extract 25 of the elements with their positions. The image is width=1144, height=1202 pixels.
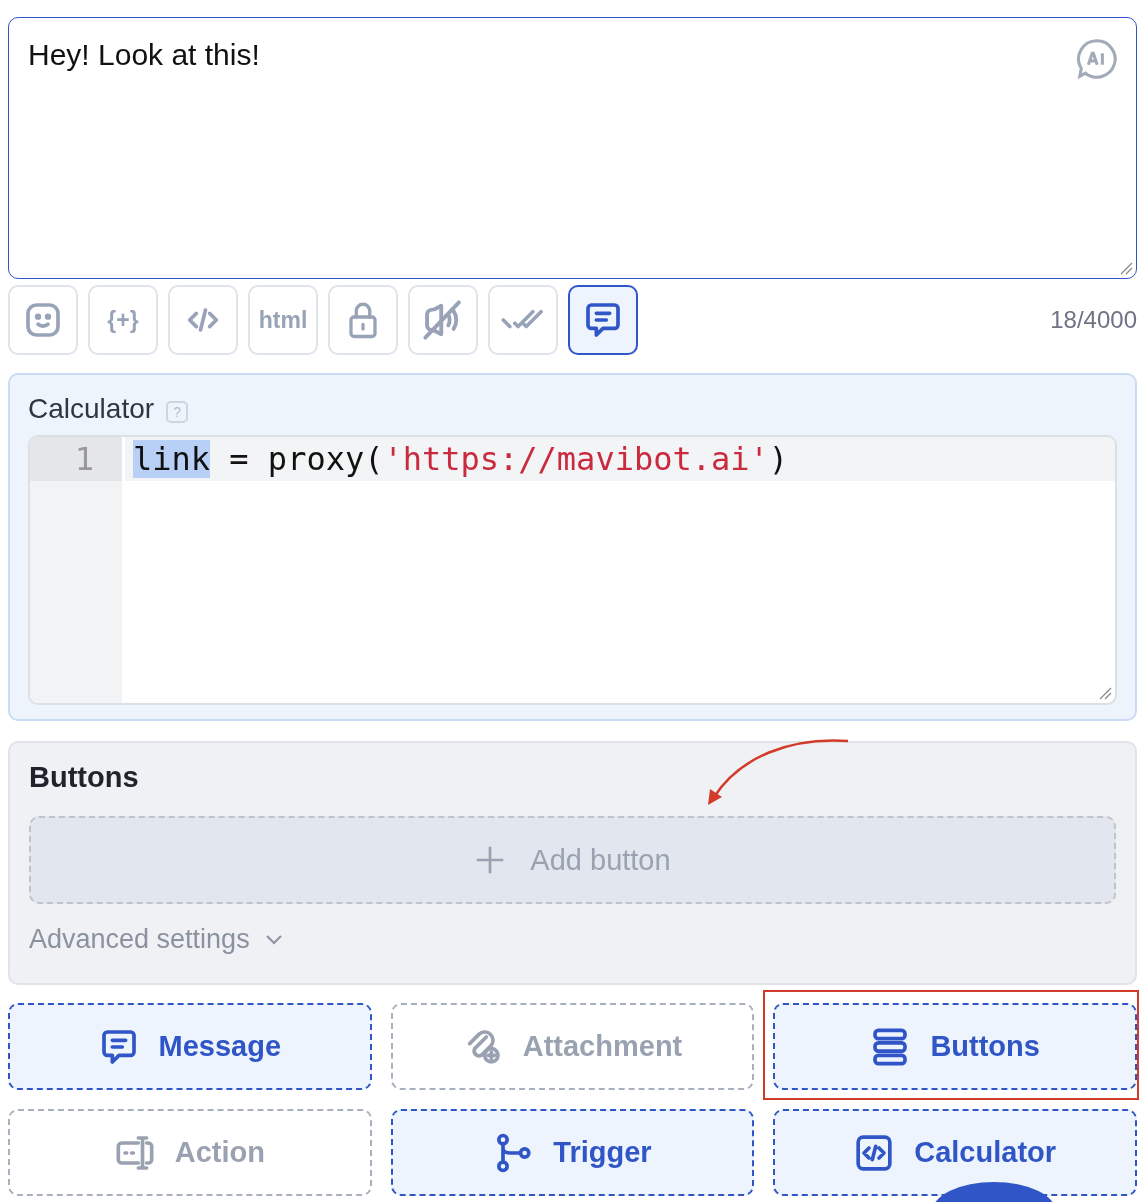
- ai-chat-icon[interactable]: [1074, 36, 1120, 82]
- resize-handle-icon[interactable]: [1119, 261, 1133, 275]
- smiley-icon: [23, 300, 63, 340]
- chevron-down-icon: [263, 932, 284, 947]
- character-counter: 18/4000: [1050, 306, 1137, 334]
- toolbar-button[interactable]: [568, 285, 638, 355]
- comment-icon: [583, 300, 623, 340]
- add-button[interactable]: Add button: [29, 816, 1116, 904]
- advanced-settings-toggle[interactable]: Advanced settings: [29, 924, 284, 955]
- variable-tool-button[interactable]: {+}: [88, 285, 158, 355]
- code-file-icon: [854, 1132, 895, 1173]
- block-type-button[interactable]: Buttons: [773, 1003, 1137, 1090]
- help-icon[interactable]: ?: [166, 401, 189, 423]
- message-input[interactable]: Hey! Look at this!: [9, 18, 1136, 278]
- block-type-button[interactable]: Attachment: [390, 1003, 755, 1090]
- line-number: 1: [30, 437, 122, 481]
- block-type-button[interactable]: Action: [8, 1109, 372, 1196]
- code-editor[interactable]: 1 link = proxy('https://mavibot.ai'): [28, 435, 1117, 705]
- buttons-title: Buttons: [29, 761, 140, 794]
- resize-handle-icon[interactable]: [1098, 686, 1112, 700]
- block-type-button[interactable]: Message: [8, 1003, 372, 1090]
- block-type-button[interactable]: Trigger: [390, 1109, 755, 1196]
- html-tool-button[interactable]: html: [248, 285, 318, 355]
- calculator-title: Calculator: [28, 393, 155, 425]
- block-type-button[interactable]: Calculator: [773, 1109, 1137, 1196]
